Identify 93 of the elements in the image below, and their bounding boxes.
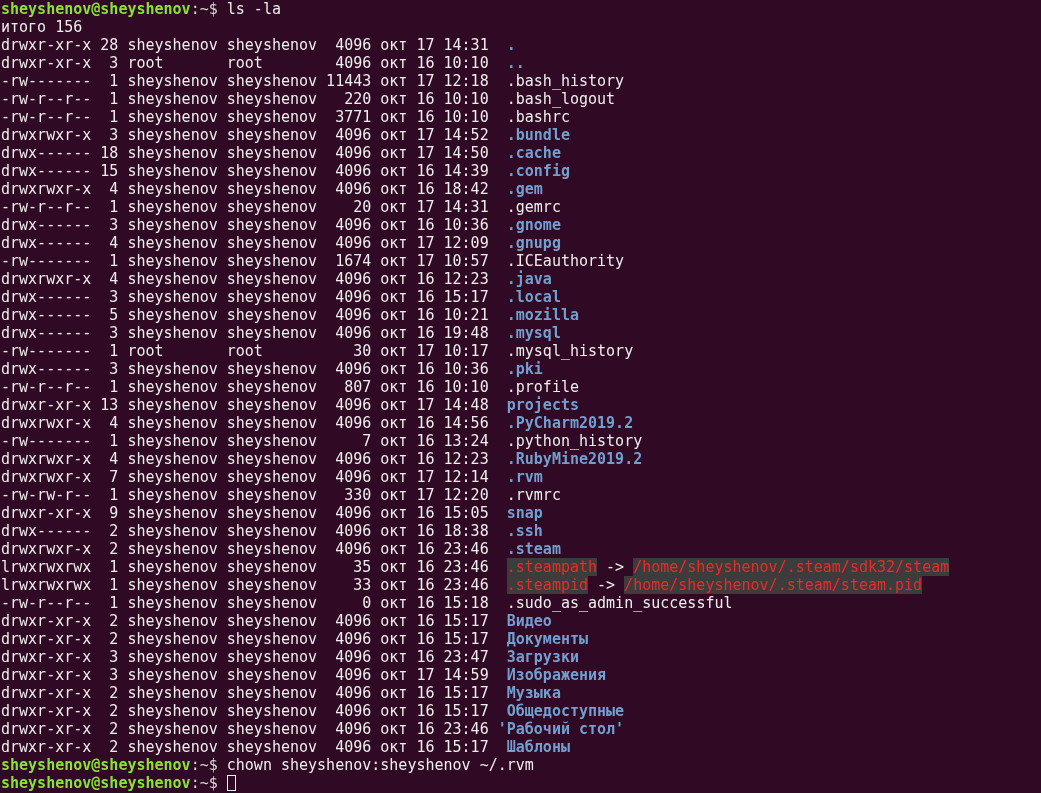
file-details: lrwxrwxrwx 1 sheyshenov sheyshenov 35 окт 16 23:46 — [1, 558, 490, 576]
command-text: ls -la — [226, 0, 281, 18]
file-details: -rw-r--r-- 1 sheyshenov sheyshenov 20 окт 17 14:31 — [1, 198, 490, 216]
file-details: -rw-r--r-- 1 sheyshenov sheyshenov 3771 окт 16 10:10 — [1, 108, 490, 126]
file-details: drwxrwxr-x 3 sheyshenov sheyshenov 4096 окт 17 14:52 — [1, 126, 490, 144]
file-details: -rw-r--r-- 1 sheyshenov sheyshenov 0 окт 16 15:18 — [1, 594, 490, 612]
file-details: drwxr-xr-x 3 sheyshenov sheyshenov 4096 окт 17 14:59 — [1, 666, 490, 684]
link-arrow: -> — [606, 558, 625, 576]
link-target: /home/sheyshenov/.steam/sdk32/steam — [633, 558, 950, 576]
file-name: .gem — [506, 180, 543, 198]
prompt-path: :~$ — [190, 756, 218, 774]
file-name: .cache — [506, 144, 561, 162]
file-name: .ICEauthority — [506, 252, 625, 270]
file-details: drwxrwxr-x 2 sheyshenov sheyshenov 4096 окт 16 23:46 — [1, 540, 490, 558]
file-details: drwxr-xr-x 2 sheyshenov sheyshenov 4096 окт 16 15:17 — [1, 612, 490, 630]
prompt-user-host: sheyshenov@sheyshenov — [1, 774, 191, 792]
file-name: .sudo_as_admin_successful — [506, 594, 733, 612]
file-details: drwxr-xr-x 3 sheyshenov sheyshenov 4096 окт 16 23:47 — [1, 648, 490, 666]
file-details: drwxr-xr-x 2 sheyshenov sheyshenov 4096 окт 16 15:17 — [1, 738, 490, 756]
file-name: .config — [506, 162, 570, 180]
file-details: drwxrwxr-x 4 sheyshenov sheyshenov 4096 окт 16 12:23 — [1, 450, 490, 468]
file-details: drwx------ 3 sheyshenov sheyshenov 4096 окт 16 10:36 — [1, 360, 490, 378]
file-name: .java — [506, 270, 552, 288]
file-details: drwxrwxr-x 4 sheyshenov sheyshenov 4096 окт 16 12:23 — [1, 270, 490, 288]
file-details: drwx------ 3 sheyshenov sheyshenov 4096 окт 16 10:36 — [1, 216, 490, 234]
file-name: .bash_history — [506, 72, 625, 90]
file-name: Загрузки — [506, 648, 579, 666]
prompt-user-host: sheyshenov@sheyshenov — [1, 756, 191, 774]
command-text: chown sheyshenov:sheyshenov ~/.rvm — [226, 756, 534, 774]
file-details: -rw------- 1 root root 30 окт 17 10:17 — [1, 342, 490, 360]
file-name: .bash_logout — [506, 90, 616, 108]
file-details: drwx------ 5 sheyshenov sheyshenov 4096 окт 16 10:21 — [1, 306, 490, 324]
file-details: drwxrwxr-x 7 sheyshenov sheyshenov 4096 окт 17 12:14 — [1, 468, 490, 486]
file-details: drwxr-xr-x 2 sheyshenov sheyshenov 4096 окт 16 23:46 — [1, 720, 490, 738]
file-name: projects — [506, 396, 579, 414]
file-details: drwxr-xr-x 28 sheyshenov sheyshenov 4096 окт 17 14:31 — [1, 36, 490, 54]
file-name: .steampid — [506, 576, 588, 594]
file-name: Музыка — [506, 684, 561, 702]
file-name: .PyCharm2019.2 — [506, 414, 634, 432]
file-name: .. — [506, 54, 525, 72]
file-name: Шаблоны — [506, 738, 570, 756]
file-name: .gnupg — [506, 234, 561, 252]
file-details: -rw-rw-r-- 1 sheyshenov sheyshenov 330 окт 17 12:20 — [1, 486, 490, 504]
file-details: drwxr-xr-x 2 sheyshenov sheyshenov 4096 окт 16 15:17 — [1, 684, 490, 702]
file-name: .profile — [506, 378, 579, 396]
file-details: -rw-r--r-- 1 sheyshenov sheyshenov 220 окт 16 10:10 — [1, 90, 490, 108]
file-details: drwxr-xr-x 9 sheyshenov sheyshenov 4096 окт 16 15:05 — [1, 504, 490, 522]
file-details: drwxrwxr-x 4 sheyshenov sheyshenov 4096 окт 16 14:56 — [1, 414, 490, 432]
file-name: .bundle — [506, 126, 570, 144]
file-details: drwx------ 3 sheyshenov sheyshenov 4096 окт 16 15:17 — [1, 288, 490, 306]
file-name: .steam — [506, 540, 561, 558]
file-name: .steampath — [506, 558, 598, 576]
file-name: .mysql_history — [506, 342, 634, 360]
total-text: итого 156 — [1, 18, 83, 36]
file-details: -rw-r--r-- 1 sheyshenov sheyshenov 807 окт 16 10:10 — [1, 378, 490, 396]
file-name: Изображения — [506, 666, 607, 684]
file-details: drwxr-xr-x 2 sheyshenov sheyshenov 4096 окт 16 15:17 — [1, 702, 490, 720]
prompt-path: :~$ — [190, 774, 218, 792]
file-details: drwx------ 18 sheyshenov sheyshenov 4096 окт 17 14:50 — [1, 144, 490, 162]
prompt-path: :~$ — [190, 0, 218, 18]
file-name: Документы — [506, 630, 588, 648]
link-target: /home/sheyshenov/.steam/steam.pid — [624, 576, 923, 594]
file-details: -rw------- 1 sheyshenov sheyshenov 11443 окт 17 12:18 — [1, 72, 490, 90]
file-name: .rvmrc — [506, 486, 561, 504]
file-name: .RubyMine2019.2 — [506, 450, 643, 468]
file-name: .gemrc — [506, 198, 561, 216]
file-details: drwxrwxr-x 4 sheyshenov sheyshenov 4096 окт 16 18:42 — [1, 180, 490, 198]
file-details: lrwxrwxrwx 1 sheyshenov sheyshenov 33 окт 16 23:46 — [1, 576, 490, 594]
file-name: .mysql — [506, 324, 561, 342]
link-arrow: -> — [597, 576, 616, 594]
file-details: -rw------- 1 sheyshenov sheyshenov 1674 окт 17 10:57 — [1, 252, 490, 270]
file-name: .gnome — [506, 216, 561, 234]
file-name: .local — [506, 288, 561, 306]
file-details: drwx------ 2 sheyshenov sheyshenov 4096 окт 16 18:38 — [1, 522, 490, 540]
file-name: . — [506, 36, 516, 54]
file-name: .bashrc — [506, 108, 570, 126]
file-details: drwx------ 4 sheyshenov sheyshenov 4096 окт 17 12:09 — [1, 234, 490, 252]
file-name: .mozilla — [506, 306, 579, 324]
file-details: drwx------ 15 sheyshenov sheyshenov 4096 окт 16 14:39 — [1, 162, 490, 180]
file-name: 'Рабочий стол' — [497, 720, 625, 738]
file-details: drwx------ 3 sheyshenov sheyshenov 4096 окт 16 19:48 — [1, 324, 490, 342]
file-details: drwxr-xr-x 2 sheyshenov sheyshenov 4096 окт 16 15:17 — [1, 630, 490, 648]
file-name: .rvm — [506, 468, 543, 486]
file-name: .pki — [506, 360, 543, 378]
file-name: .python_history — [506, 432, 643, 450]
file-details: drwxr-xr-x 3 root root 4096 окт 16 10:10 — [1, 54, 490, 72]
file-name: .ssh — [506, 522, 543, 540]
file-name: snap — [506, 504, 543, 522]
file-name: Видео — [506, 612, 552, 630]
file-name: Общедоступные — [506, 702, 625, 720]
file-details: -rw------- 1 sheyshenov sheyshenov 7 окт 16 13:24 — [1, 432, 490, 450]
file-details: drwxr-xr-x 13 sheyshenov sheyshenov 4096 окт 17 14:48 — [1, 396, 490, 414]
prompt-user-host: sheyshenov@sheyshenov — [1, 0, 191, 18]
